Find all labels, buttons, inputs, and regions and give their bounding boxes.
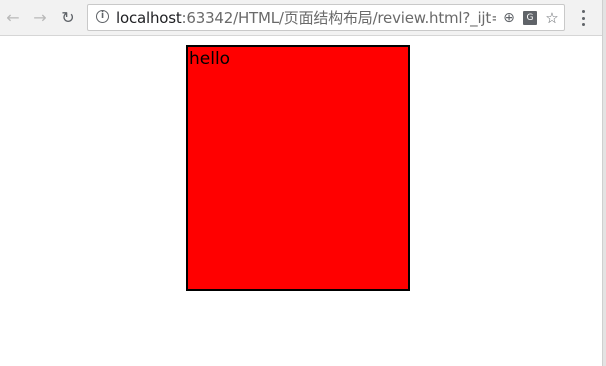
back-arrow-icon[interactable]: ← (2, 6, 24, 28)
box-text: hello (189, 49, 231, 69)
url-text[interactable]: localhost:63342/HTML/页面结构布局/review.html?… (116, 9, 496, 27)
zoom-icon[interactable]: ⊕ (500, 9, 518, 27)
address-bar[interactable]: i localhost:63342/HTML/页面结构布局/review.htm… (87, 4, 565, 31)
info-icon[interactable]: i (96, 10, 109, 23)
translate-icon[interactable]: G (521, 9, 539, 27)
bookmark-star-icon[interactable]: ☆ (543, 9, 561, 27)
reload-icon[interactable]: ↻ (57, 6, 79, 28)
browser-toolbar: ← → ↻ i localhost:63342/HTML/页面结构布局/revi… (0, 0, 606, 36)
url-host: localhost (116, 9, 182, 27)
browser-menu-icon[interactable] (576, 8, 590, 28)
forward-arrow-icon[interactable]: → (29, 6, 51, 28)
page-content: hello (0, 36, 602, 366)
url-path: :63342/HTML/页面结构布局/review.html?_ijt=23( (181, 9, 496, 27)
red-box: hello (186, 45, 410, 291)
window-edge (602, 0, 606, 366)
